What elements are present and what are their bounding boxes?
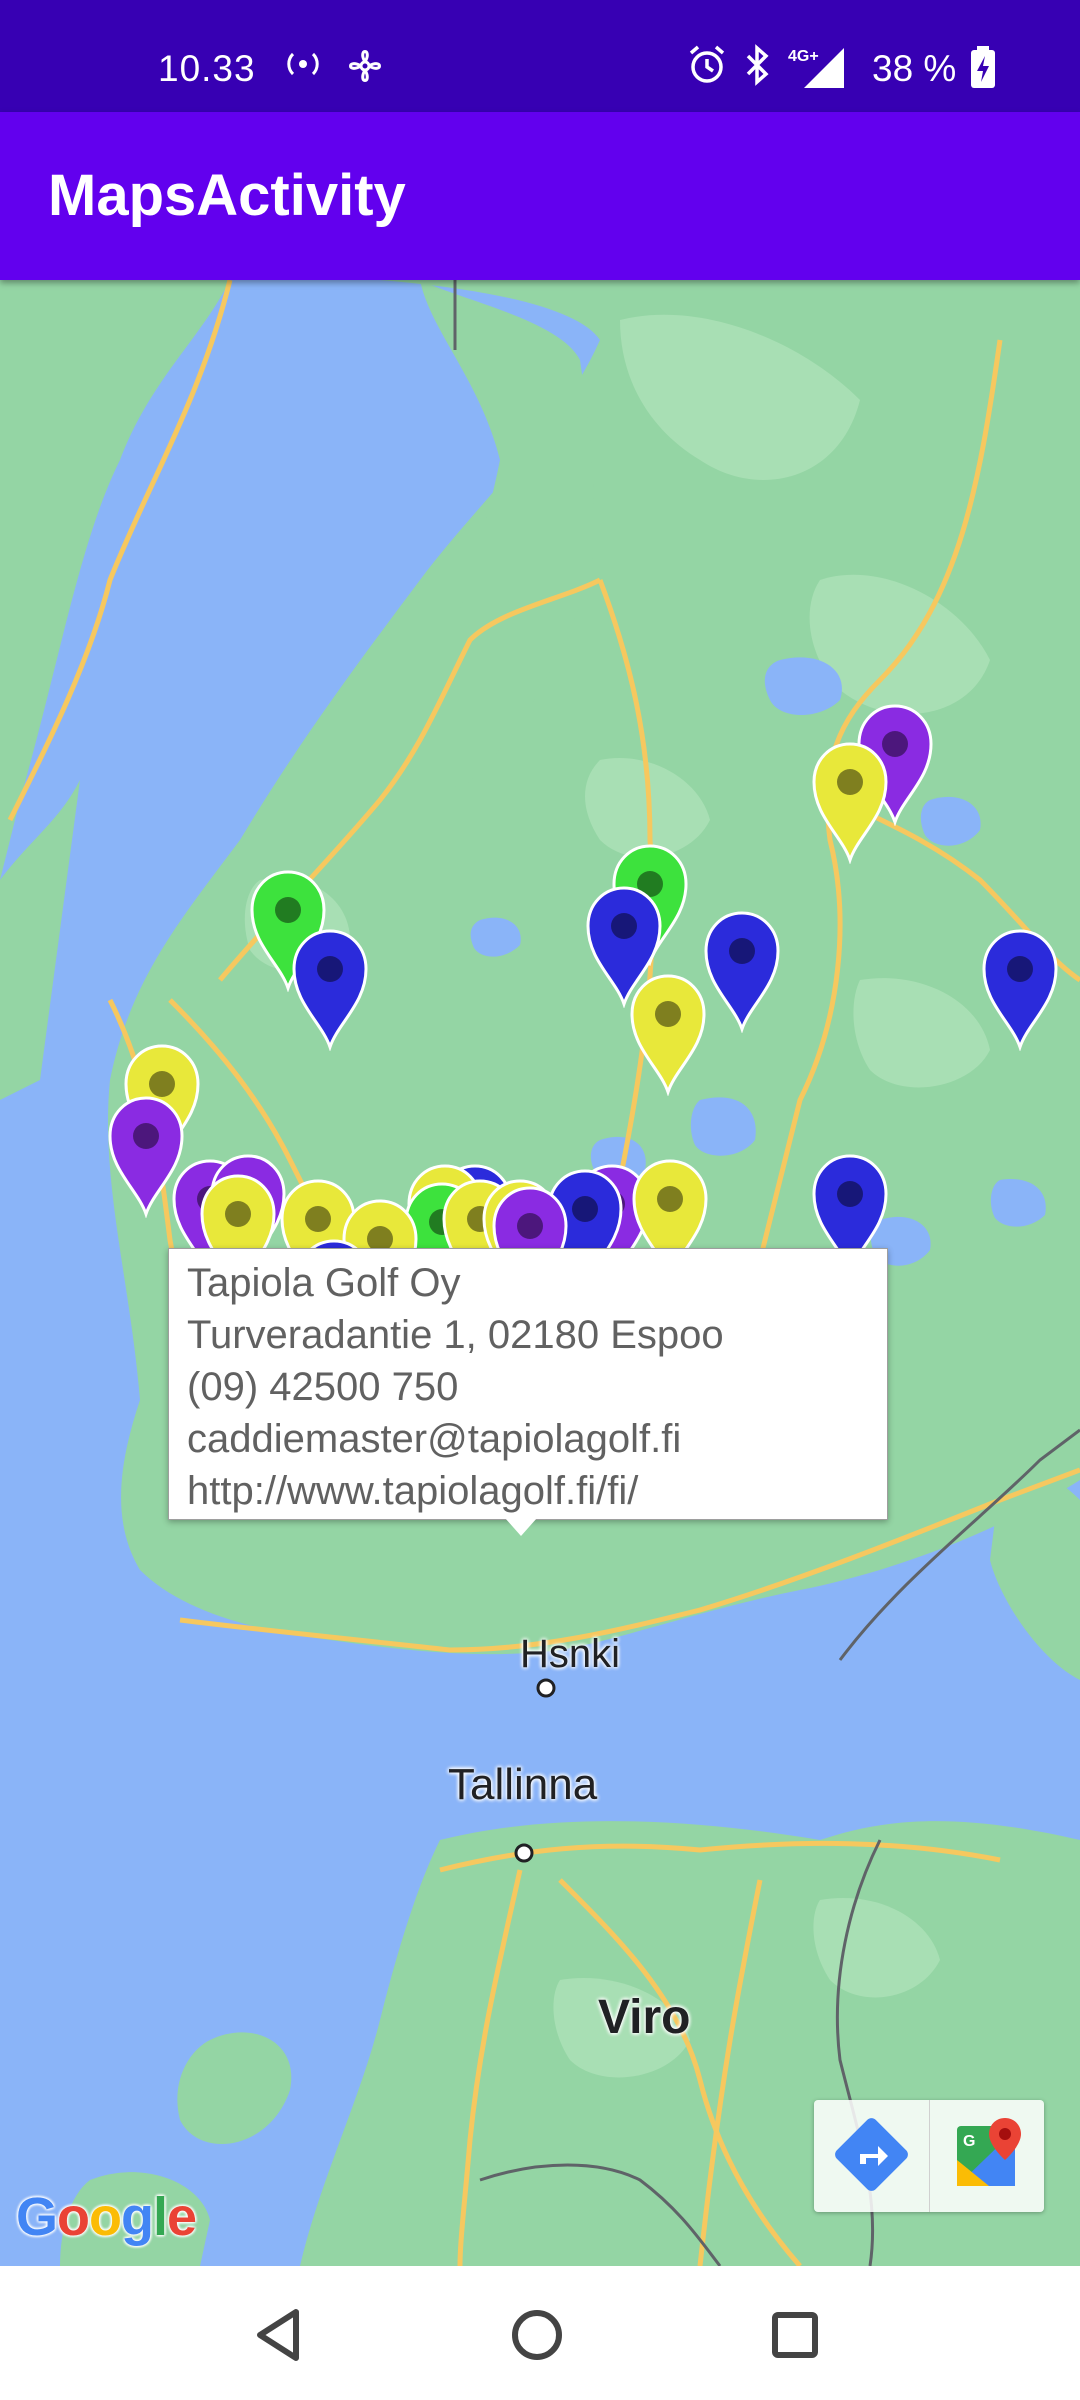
map-label-tallinna: Tallinna <box>448 1760 598 1809</box>
info-phone: (09) 42500 750 <box>187 1365 459 1409</box>
info-url: http://www.tapiolagolf.fi/fi/ <box>187 1469 639 1513</box>
directions-button[interactable] <box>814 2100 930 2212</box>
home-icon[interactable] <box>492 2290 582 2380</box>
map-marker-pin-yellow[interactable] <box>628 972 708 1096</box>
map-marker-pin-yellow[interactable] <box>810 740 890 864</box>
app-bar: MapsActivity <box>0 112 1080 280</box>
navigation-bar <box>0 2266 1080 2400</box>
svg-text:G: G <box>963 2133 975 2150</box>
info-name: Tapiola Golf Oy <box>187 1261 461 1305</box>
info-window-tail <box>505 1518 537 1536</box>
status-bar: 10.33 4G+ 38 % <box>0 0 1080 112</box>
alarm-icon <box>689 45 725 83</box>
fan-icon <box>349 50 381 82</box>
info-address: Turveradantie 1, 02180 Espoo <box>187 1313 724 1357</box>
bluetooth-icon <box>746 44 769 86</box>
battery-charging-icon <box>971 46 995 88</box>
directions-icon <box>835 2118 908 2191</box>
back-icon[interactable] <box>234 2290 324 2380</box>
map-label-helsinki: Hsnki <box>520 1632 621 1676</box>
map-marker-pin-blue[interactable] <box>980 927 1060 1051</box>
info-email: caddiemaster@tapiolagolf.fi <box>187 1417 682 1461</box>
map-view[interactable]: Hsnki Tallinna Viro Tapiola Golf Oy Turv… <box>0 280 1080 2266</box>
signal-icon <box>804 48 844 88</box>
battery-percent: 38 % <box>872 48 957 89</box>
google-logo: Google <box>16 2187 197 2247</box>
google-maps-icon: G <box>957 2118 1021 2186</box>
hotspot-icon <box>287 52 319 76</box>
open-in-maps-button[interactable]: G <box>929 2100 1044 2212</box>
map-label-viro: Viro <box>598 1991 691 2044</box>
recents-icon[interactable] <box>750 2290 840 2380</box>
map-marker-pin-blue[interactable] <box>290 927 370 1051</box>
map-marker-pin-blue[interactable] <box>702 909 782 1033</box>
app-title: MapsActivity <box>48 163 406 228</box>
status-time: 10.33 <box>158 48 256 89</box>
info-window[interactable]: Tapiola Golf Oy Turveradantie 1, 02180 E… <box>168 1248 888 1520</box>
map-toolbar: G <box>814 2100 1044 2212</box>
